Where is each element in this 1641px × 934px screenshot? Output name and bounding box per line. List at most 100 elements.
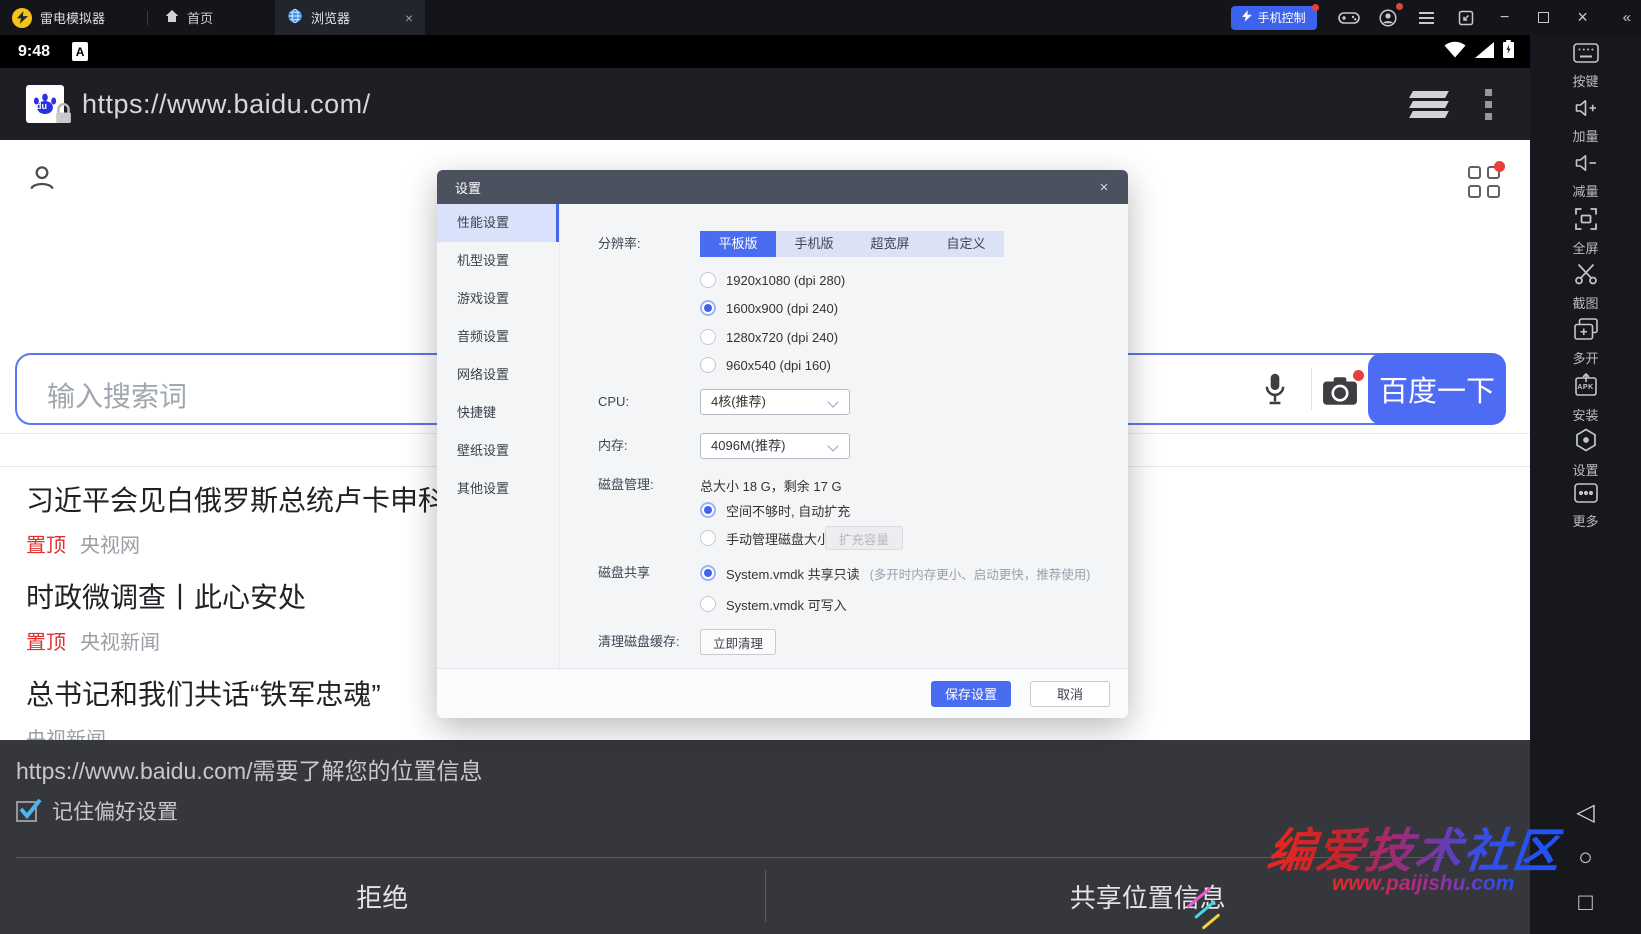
radio-icon <box>700 272 716 288</box>
deny-button[interactable]: 拒绝 <box>0 858 765 934</box>
statusbar-icons <box>1444 40 1530 63</box>
radio-checked-icon <box>700 300 716 316</box>
phone-control-label: 手机控制 <box>1258 9 1306 26</box>
tab-ultrawide[interactable]: 超宽屏 <box>852 231 928 257</box>
nav-shortcuts[interactable]: 快捷键 <box>437 394 559 432</box>
memory-label: 内存: <box>598 436 628 456</box>
resolution-option-1280[interactable]: 1280x720 (dpi 240) <box>700 327 838 347</box>
ldplayer-window: 雷电模拟器 首页 浏览器 × 手机控制 <box>0 0 1641 934</box>
disk-auto-option[interactable]: 空间不够时, 自动扩充 <box>700 500 850 520</box>
expand-capacity-button[interactable]: 扩充容量 <box>825 526 903 550</box>
clean-now-button[interactable]: 立即清理 <box>700 629 776 655</box>
save-settings-button[interactable]: 保存设置 <box>931 681 1011 707</box>
nav-wallpaper[interactable]: 壁纸设置 <box>437 432 559 470</box>
close-window-icon[interactable]: × <box>1570 5 1596 31</box>
browser-menu-icon[interactable] <box>1485 89 1492 120</box>
permission-message: https://www.baidu.com/需要了解您的位置信息 <box>16 752 483 786</box>
nav-home-icon[interactable]: ○ <box>1578 845 1593 871</box>
disk-manual-option[interactable]: 手动管理磁盘大小 <box>700 528 830 548</box>
image-search-icon[interactable] <box>1322 376 1358 411</box>
phone-control-button[interactable]: 手机控制 <box>1231 6 1317 30</box>
cpu-label: CPU: <box>598 392 629 412</box>
resize-window-icon[interactable] <box>1453 5 1479 31</box>
dialog-header[interactable]: 设置 × <box>437 170 1128 204</box>
sidebar-item-screenshot[interactable]: 截图 <box>1530 263 1641 305</box>
wifi-icon <box>1444 41 1466 63</box>
radio-icon <box>700 530 716 546</box>
tab-home[interactable]: 首页 <box>164 8 213 27</box>
titlebar-divider <box>147 11 148 25</box>
tab-tablet[interactable]: 平板版 <box>700 231 776 257</box>
sidebar-item-keymapping[interactable]: 按键 <box>1530 43 1641 85</box>
dialog-footer: 保存设置 取消 <box>437 668 1128 718</box>
account-notification-dot <box>1396 3 1403 10</box>
profile-icon[interactable] <box>26 162 58 199</box>
sidebar-item-multi-instance[interactable]: 多开 <box>1530 318 1641 360</box>
resolution-option-1600[interactable]: 1600x900 (dpi 240) <box>700 298 838 318</box>
resolution-option-1920[interactable]: 1920x1080 (dpi 280) <box>700 270 845 290</box>
sidebar-item-settings[interactable]: 设置 <box>1530 428 1641 470</box>
radio-icon <box>700 357 716 373</box>
cancel-button[interactable]: 取消 <box>1030 681 1110 707</box>
nav-game[interactable]: 游戏设置 <box>437 280 559 318</box>
address-field[interactable]: https://www.baidu.com/ <box>82 89 371 120</box>
apk-install-icon: APK <box>1574 373 1598 402</box>
keyboard-icon <box>1573 43 1599 68</box>
tab-custom[interactable]: 自定义 <box>928 231 1004 257</box>
cell-signal-icon <box>1475 42 1494 63</box>
disk-share-readonly-option[interactable]: System.vmdk 共享只读 (多开时内存更小、启动更快，推荐使用) <box>700 563 1090 583</box>
maximize-icon[interactable] <box>1531 5 1557 31</box>
apps-grid-icon[interactable] <box>1468 166 1500 198</box>
home-tab-label: 首页 <box>187 8 213 27</box>
news-source: 央视新闻 <box>80 626 160 655</box>
tab-phone[interactable]: 手机版 <box>776 231 852 257</box>
cpu-select[interactable]: 4核(推荐) <box>700 389 850 415</box>
nav-back-icon[interactable]: ◁ <box>1576 800 1594 826</box>
sidebar-item-more[interactable]: 更多 <box>1530 483 1641 525</box>
battery-icon <box>1503 40 1514 63</box>
dialog-close-icon[interactable]: × <box>1094 179 1114 196</box>
remember-label: 记住偏好设置 <box>52 796 178 826</box>
ldplayer-logo-icon <box>12 8 32 28</box>
nav-other[interactable]: 其他设置 <box>437 470 559 508</box>
nav-device-model[interactable]: 机型设置 <box>437 242 559 280</box>
tab-close-icon[interactable]: × <box>405 10 413 26</box>
nav-audio[interactable]: 音频设置 <box>437 318 559 356</box>
account-icon[interactable] <box>1375 5 1401 31</box>
checkmark-icon <box>16 796 44 827</box>
scissors-icon <box>1574 263 1598 290</box>
tab-browser[interactable]: 浏览器 × <box>275 0 425 35</box>
search-divider <box>1311 368 1312 410</box>
settings-dialog: 设置 × 性能设置 机型设置 游戏设置 音频设置 网络设置 快捷键 壁纸设置 其… <box>437 170 1128 718</box>
sidebar-item-volume-down[interactable]: 减量 <box>1530 153 1641 195</box>
remember-checkbox[interactable] <box>16 801 37 822</box>
voice-search-icon[interactable] <box>1262 372 1288 413</box>
minimize-icon[interactable]: − <box>1492 5 1518 31</box>
nav-recent-icon[interactable]: □ <box>1578 890 1593 916</box>
resolution-option-960[interactable]: 960x540 (dpi 160) <box>700 355 831 375</box>
browser-toolbar: du https://www.baidu.com/ <box>0 68 1530 140</box>
search-input[interactable]: 输入搜索词 <box>47 375 187 415</box>
sidebar-item-fullscreen[interactable]: 全屏 <box>1530 208 1641 250</box>
ime-icon: A <box>72 42 88 61</box>
android-nav-buttons: ◁ ○ □ <box>1576 800 1594 934</box>
tabs-switcher-icon[interactable] <box>1411 91 1447 118</box>
memory-select[interactable]: 4096M(推荐) <box>700 433 850 459</box>
baidu-search-button[interactable]: 百度一下 <box>1368 353 1506 425</box>
nav-performance[interactable]: 性能设置 <box>437 204 559 242</box>
browser-toolbar-icons <box>1411 89 1530 120</box>
disk-summary: 总大小 18 G，剩余 17 G <box>700 475 842 495</box>
settings-hexagon-icon <box>1574 428 1598 457</box>
dialog-title: 设置 <box>455 178 481 197</box>
radio-icon <box>700 596 716 612</box>
collapse-sidebar-icon[interactable]: « <box>1623 9 1631 26</box>
disk-share-writable-option[interactable]: System.vmdk 可写入 <box>700 594 847 614</box>
menu-icon[interactable] <box>1414 5 1440 31</box>
watermark-text: 编爱技术社区 <box>1264 812 1565 881</box>
clock: 9:48 <box>18 43 50 61</box>
sidebar-item-volume-up[interactable]: 加量 <box>1530 98 1641 140</box>
sidebar-item-install-apk[interactable]: APK 安装 <box>1530 373 1641 415</box>
nav-network[interactable]: 网络设置 <box>437 356 559 394</box>
remember-preference-row[interactable]: 记住偏好设置 <box>16 796 178 826</box>
gamepad-icon[interactable] <box>1336 5 1362 31</box>
